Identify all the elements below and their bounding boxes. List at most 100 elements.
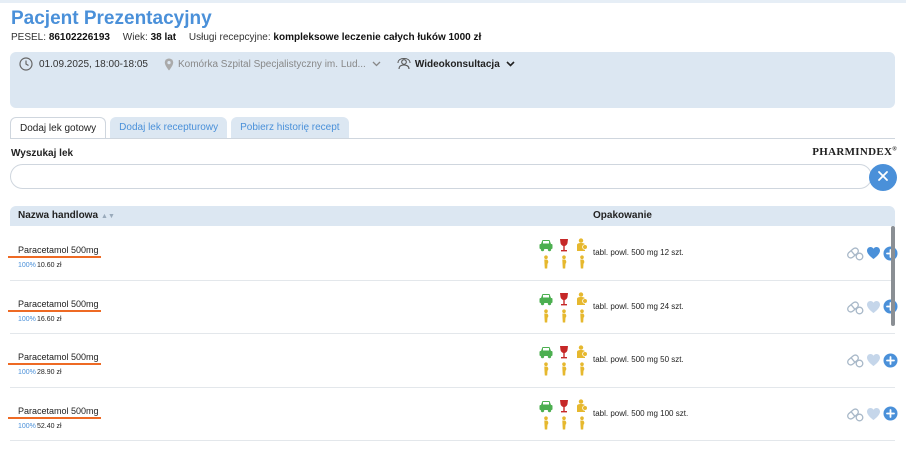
chevron-down-icon — [506, 61, 515, 67]
package-description: tabl. powl. 500 mg 12 szt. — [593, 248, 684, 257]
pregnancy-icon — [538, 415, 554, 430]
tabs: Dodaj lek gotowy Dodaj lek recepturowy P… — [10, 117, 353, 139]
pregnancy-icon — [538, 362, 554, 376]
clock-icon — [19, 57, 33, 71]
tab-add-compounded-drug[interactable]: Dodaj lek recepturowy — [110, 117, 228, 139]
services-value: kompleksowe leczenie całych łuków 1000 z… — [273, 32, 482, 43]
patient-name: Pacjent Prezentacyjny — [11, 8, 212, 29]
video-consult-icon — [397, 58, 411, 70]
car-icon — [538, 345, 554, 359]
row-actions — [846, 352, 900, 368]
breastfeeding-icon — [574, 398, 590, 413]
tabs-divider — [10, 138, 895, 139]
pregnancy-icon — [538, 255, 554, 269]
table-row[interactable]: Paracetamol 500mg 100% 28.90 zł tabl. po… — [8, 334, 898, 388]
car-icon — [538, 238, 554, 252]
table-row[interactable]: Paracetamol 500mg 100% 52.40 zł tabl. po… — [8, 388, 898, 441]
drug-price: 28.90 zł — [37, 369, 62, 376]
pregnancy-icon — [574, 362, 590, 376]
heart-icon[interactable] — [866, 246, 881, 260]
close-icon — [877, 169, 889, 187]
refund-level: 100% — [18, 262, 36, 269]
pregnancy-icon — [538, 308, 554, 323]
wine-glass-icon — [556, 399, 572, 413]
visit-datetime-text: 01.09.2025, 18:00-18:05 — [39, 58, 148, 70]
pregnancy-icon — [574, 255, 590, 269]
pills-icon[interactable] — [846, 406, 864, 422]
refund-level: 100% — [18, 369, 36, 376]
pregnancy-icon — [556, 362, 572, 376]
heart-icon[interactable] — [866, 353, 881, 367]
drug-price: 52.40 zł — [37, 422, 62, 430]
row-actions — [846, 406, 900, 422]
table-row[interactable]: Paracetamol 500mg 100% 10.60 zł tabl. po… — [8, 227, 898, 281]
highlight-underline — [8, 256, 101, 258]
drug-warning-icons — [538, 291, 590, 323]
highlight-underline — [8, 363, 101, 365]
drug-name[interactable]: Paracetamol 500mg — [18, 406, 99, 416]
pregnancy-icon — [574, 308, 590, 323]
heart-icon[interactable] — [866, 407, 881, 421]
refund-level: 100% — [18, 422, 36, 430]
pregnancy-icon — [556, 255, 572, 269]
visit-location-text: Komórka Szpital Specjalistyczny im. Lud.… — [177, 58, 366, 70]
plus-icon[interactable] — [883, 353, 898, 368]
search-label: Wyszukaj lek — [11, 148, 74, 159]
heart-icon[interactable] — [866, 300, 881, 314]
column-header-package: Opakowanie — [593, 210, 652, 221]
breastfeeding-icon — [574, 291, 590, 306]
visit-details: 01.09.2025, 18:00-18:05 Komórka Szpital … — [19, 57, 515, 71]
highlight-underline — [8, 309, 101, 312]
package-description: tabl. powl. 500 mg 24 szt. — [593, 301, 684, 311]
plus-icon[interactable] — [883, 406, 898, 421]
visit-datetime[interactable]: 01.09.2025, 18:00-18:05 — [19, 57, 148, 71]
table-row[interactable]: Paracetamol 500mg 100% 16.60 zł tabl. po… — [8, 281, 898, 334]
age-label: Wiek: — [122, 32, 148, 43]
visit-type-text: Wideokonsultacja — [414, 58, 500, 70]
column-header-name[interactable]: Nazwa handlowa ▲▼ — [18, 206, 115, 226]
services-label: Usługi recepcyjne: — [188, 32, 271, 43]
sort-icon[interactable]: ▲▼ — [101, 213, 115, 220]
pills-icon[interactable] — [846, 352, 864, 368]
tab-add-ready-drug[interactable]: Dodaj lek gotowy — [10, 117, 107, 139]
car-icon — [538, 292, 554, 306]
age-value: 38 lat — [150, 32, 177, 43]
pesel-label: PESEL: — [11, 32, 47, 43]
clear-search-button[interactable] — [869, 164, 897, 191]
breastfeeding-icon — [574, 345, 590, 359]
drug-price: 16.60 zł — [37, 315, 62, 323]
scrollbar[interactable] — [891, 226, 895, 326]
visit-location-select[interactable]: Komórka Szpital Specjalistyczny im. Lud.… — [164, 58, 381, 71]
drug-price: 10.60 zł — [37, 262, 62, 269]
drug-name[interactable]: Paracetamol 500mg — [18, 299, 99, 309]
package-description: tabl. powl. 500 mg 50 szt. — [593, 355, 684, 364]
chevron-down-icon — [372, 61, 381, 67]
drug-warning-icons — [538, 238, 588, 269]
car-icon — [538, 399, 554, 413]
drug-list: Paracetamol 500mg 100% 10.60 zł tabl. po… — [8, 227, 898, 441]
pregnancy-icon — [556, 415, 572, 430]
wine-glass-icon — [556, 345, 572, 359]
location-pin-icon — [164, 58, 174, 71]
visit-bar: 01.09.2025, 18:00-18:05 Komórka Szpital … — [10, 52, 895, 108]
pills-icon[interactable] — [846, 299, 864, 315]
package-description: tabl. powl. 500 mg 100 szt. — [593, 408, 689, 418]
drug-warning-icons — [538, 345, 588, 376]
pregnancy-icon — [556, 308, 572, 323]
visit-type-select[interactable]: Wideokonsultacja — [397, 58, 515, 70]
breastfeeding-icon — [574, 238, 590, 252]
patient-info: PESEL: 86102226193 Wiek: 38 lat Usługi r… — [11, 32, 481, 43]
pregnancy-icon — [574, 415, 590, 430]
drug-name[interactable]: Paracetamol 500mg — [18, 352, 99, 362]
pills-icon[interactable] — [846, 245, 864, 261]
drug-name[interactable]: Paracetamol 500mg — [18, 245, 99, 255]
refund-level: 100% — [18, 315, 36, 323]
table-header: Nazwa handlowa ▲▼ Opakowanie — [10, 206, 895, 226]
search-input[interactable] — [10, 164, 872, 189]
wine-glass-icon — [556, 238, 572, 252]
drug-warning-icons — [538, 398, 590, 430]
tab-prescription-history[interactable]: Pobierz historię recept — [231, 117, 349, 139]
highlight-underline — [8, 416, 101, 419]
wine-glass-icon — [556, 292, 572, 306]
pharmindex-logo: PHARMINDEX® — [812, 146, 897, 158]
